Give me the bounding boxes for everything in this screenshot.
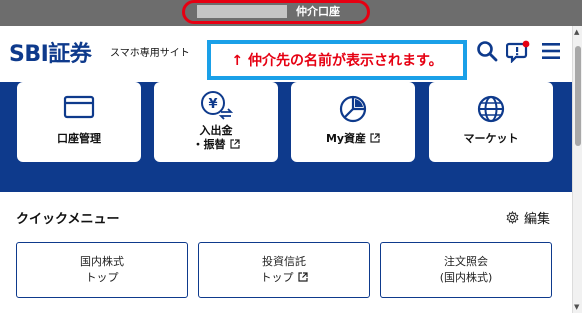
annotation-callout: ↑ 仲介先の名前が表示されます。 <box>207 40 467 80</box>
quick-button-line2: (国内株式) <box>439 271 493 284</box>
hamburger-menu-icon[interactable] <box>539 39 563 63</box>
tile-deposit-transfer[interactable]: ¥ 入出金 ・振替 <box>154 82 278 162</box>
scroll-down-arrow-icon[interactable]: ▼ <box>574 303 579 311</box>
quick-button-line1: 注文照会 <box>444 255 488 268</box>
quick-button-domestic-stocks[interactable]: 国内株式 トップ <box>16 242 188 298</box>
vertical-scrollbar[interactable]: ▲ ▼ <box>572 26 582 313</box>
globe-icon <box>429 94 553 123</box>
quick-button-line1: 投資信託 <box>262 255 306 268</box>
quick-button-order-inquiry[interactable]: 注文照会 (国内株式) <box>380 242 552 298</box>
yen-transfer-icon: ¥ <box>154 90 278 120</box>
tile-market[interactable]: マーケット <box>429 82 553 162</box>
main-menu-panel: 口座管理 ¥ 入出金 ・振替 My資産 マーケット <box>0 82 572 192</box>
quick-button-line1: 国内株式 <box>80 255 124 268</box>
search-icon[interactable] <box>475 39 499 63</box>
sbi-logo[interactable]: SBI証券 <box>9 36 92 68</box>
quick-menu-title: クイックメニュー <box>16 212 120 227</box>
scroll-thumb[interactable] <box>575 46 581 146</box>
edit-button[interactable]: 編集 <box>506 208 550 227</box>
edit-label: 編集 <box>524 212 551 227</box>
quick-button-line2: トップ <box>85 271 119 284</box>
external-link-icon <box>229 139 240 149</box>
quick-menu-section: クイックメニュー 編集 国内株式 トップ 投資信託 トップ 注文照会 (国内株式… <box>0 192 572 313</box>
tile-label-line1: 入出金 <box>199 124 233 137</box>
tile-label: My資産 <box>291 132 415 146</box>
tile-my-assets[interactable]: My資産 <box>291 82 415 162</box>
tile-label: 口座管理 <box>57 132 101 145</box>
chat-notification-icon[interactable] <box>506 39 530 63</box>
broker-label: 仲介口座 <box>296 5 340 18</box>
broker-top-bar: 仲介口座 <box>0 0 582 26</box>
tile-account-management[interactable]: 口座管理 <box>17 82 141 162</box>
logo-subtitle: スマホ専用サイト <box>110 48 190 59</box>
tile-label-line2: ・振替 <box>192 138 226 151</box>
redacted-broker-name <box>197 5 287 18</box>
tile-label-text: My資産 <box>325 132 367 145</box>
external-link-icon <box>370 133 380 143</box>
tile-label: マーケット <box>463 132 519 145</box>
scroll-up-arrow-icon[interactable]: ▲ <box>574 28 579 36</box>
svg-text:¥: ¥ <box>208 97 217 112</box>
card-icon <box>17 94 141 122</box>
pie-chart-icon <box>291 94 415 123</box>
external-link-icon <box>297 272 308 282</box>
quick-button-mutual-funds[interactable]: 投資信託 トップ <box>198 242 370 298</box>
tile-label: 入出金 ・振替 <box>154 124 278 152</box>
quick-button-line2: トップ <box>260 271 294 284</box>
gear-icon <box>506 211 519 224</box>
